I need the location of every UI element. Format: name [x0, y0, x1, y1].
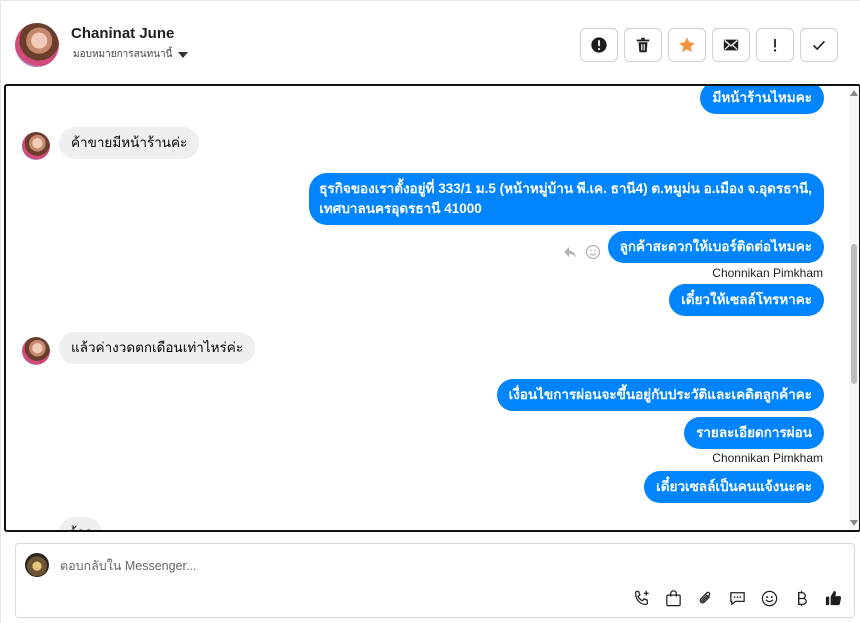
envelope-icon	[723, 39, 739, 51]
contact-avatar-small	[22, 132, 50, 160]
mark-done-button[interactable]	[800, 28, 838, 62]
contact-avatar[interactable]	[15, 23, 59, 67]
outgoing-message[interactable]: เดี๋ยวให้เซลล์โทรหาคะ	[669, 284, 824, 316]
conversation-header: Chaninat June มอบหมายการสนทนานี้	[1, 0, 860, 86]
report-spam-button[interactable]	[580, 28, 618, 62]
incoming-message[interactable]: ค้าขายมีหน้าร้านค่ะ	[59, 127, 200, 159]
phone-add-icon	[634, 590, 649, 606]
message-line: เทศบาลนครอุดรธานี 41000	[319, 201, 482, 216]
message-thread[interactable]: มีหน้าร้านไหมคะ ค้าขายมีหน้าร้านค่ะ ธุรก…	[4, 84, 860, 532]
outgoing-message[interactable]: เดี๋ยวเซลล์เป็นคนแจ้งนะคะ	[644, 471, 824, 503]
scrollbar-thumb[interactable]	[851, 244, 857, 384]
reply-input[interactable]	[60, 556, 760, 576]
outgoing-message[interactable]: รายละเอียดการผ่อน	[684, 417, 824, 449]
header-actions	[580, 28, 838, 62]
outgoing-message[interactable]: มีหน้าร้านไหมคะ	[700, 86, 824, 114]
inbox-conversation-panel: Chaninat June มอบหมายการสนทนานี้ มีหน้าร…	[0, 0, 860, 623]
payment-button[interactable]	[791, 588, 812, 609]
sender-name: Chonnikan Pimkham	[712, 266, 823, 280]
outgoing-message[interactable]: เงื่อนไขการผ่อนจะขึ้นอยู่กับประวัติและเค…	[496, 379, 824, 411]
message-line: ธุรกิจของเราตั้งอยู่ที่ 333/1 ม.5 (หน้าห…	[319, 181, 812, 196]
outgoing-message[interactable]: ลูกค้าสะดวกให้เบอร์ติดต่อไหมคะ	[607, 231, 824, 263]
incoming-message[interactable]: แล้วค่างวดตกเดือนเท่าไหร่ค่ะ	[59, 332, 256, 364]
baht-icon	[798, 590, 807, 607]
exclamation-icon	[773, 38, 777, 52]
sender-name: Chonnikan Pimkham	[712, 451, 823, 465]
like-button[interactable]	[823, 588, 844, 609]
saved-replies-button[interactable]	[727, 588, 748, 609]
alert-icon	[591, 37, 607, 53]
mark-unread-button[interactable]	[712, 28, 750, 62]
composer-tools	[631, 588, 844, 609]
caret-down-icon	[178, 51, 189, 58]
emoji-button[interactable]	[759, 588, 780, 609]
incoming-message[interactable]: อ้าว	[59, 517, 103, 530]
saved-reply-icon	[730, 592, 745, 606]
star-icon	[679, 37, 695, 53]
contact-avatar-small	[22, 337, 50, 365]
check-icon	[813, 40, 825, 51]
thread-scrollbar[interactable]	[849, 86, 859, 530]
shop-button[interactable]	[663, 588, 684, 609]
outgoing-message[interactable]: ธุรกิจของเราตั้งอยู่ที่ 333/1 ม.5 (หน้าห…	[309, 173, 824, 225]
emoji-icon	[761, 590, 778, 607]
scroll-up-arrow-icon[interactable]	[850, 90, 858, 96]
attach-button[interactable]	[695, 588, 716, 609]
delete-button[interactable]	[624, 28, 662, 62]
call-button[interactable]	[631, 588, 652, 609]
contact-name[interactable]: Chaninat June	[71, 25, 174, 42]
trash-icon	[636, 37, 650, 53]
thumbs-up-icon	[825, 590, 842, 606]
page-avatar	[25, 553, 49, 577]
paperclip-icon	[699, 591, 711, 604]
reply-icon[interactable]	[562, 244, 578, 260]
assign-label: มอบหมายการสนทนานี้	[73, 49, 173, 60]
follow-up-button[interactable]	[756, 28, 794, 62]
reply-composer	[15, 543, 855, 618]
shopping-bag-icon	[666, 590, 681, 607]
react-emoji-icon[interactable]	[585, 244, 601, 260]
scroll-down-arrow-icon[interactable]	[850, 520, 858, 526]
star-button[interactable]	[668, 28, 706, 62]
assign-conversation-dropdown[interactable]: มอบหมายการสนทนานี้	[73, 47, 189, 62]
